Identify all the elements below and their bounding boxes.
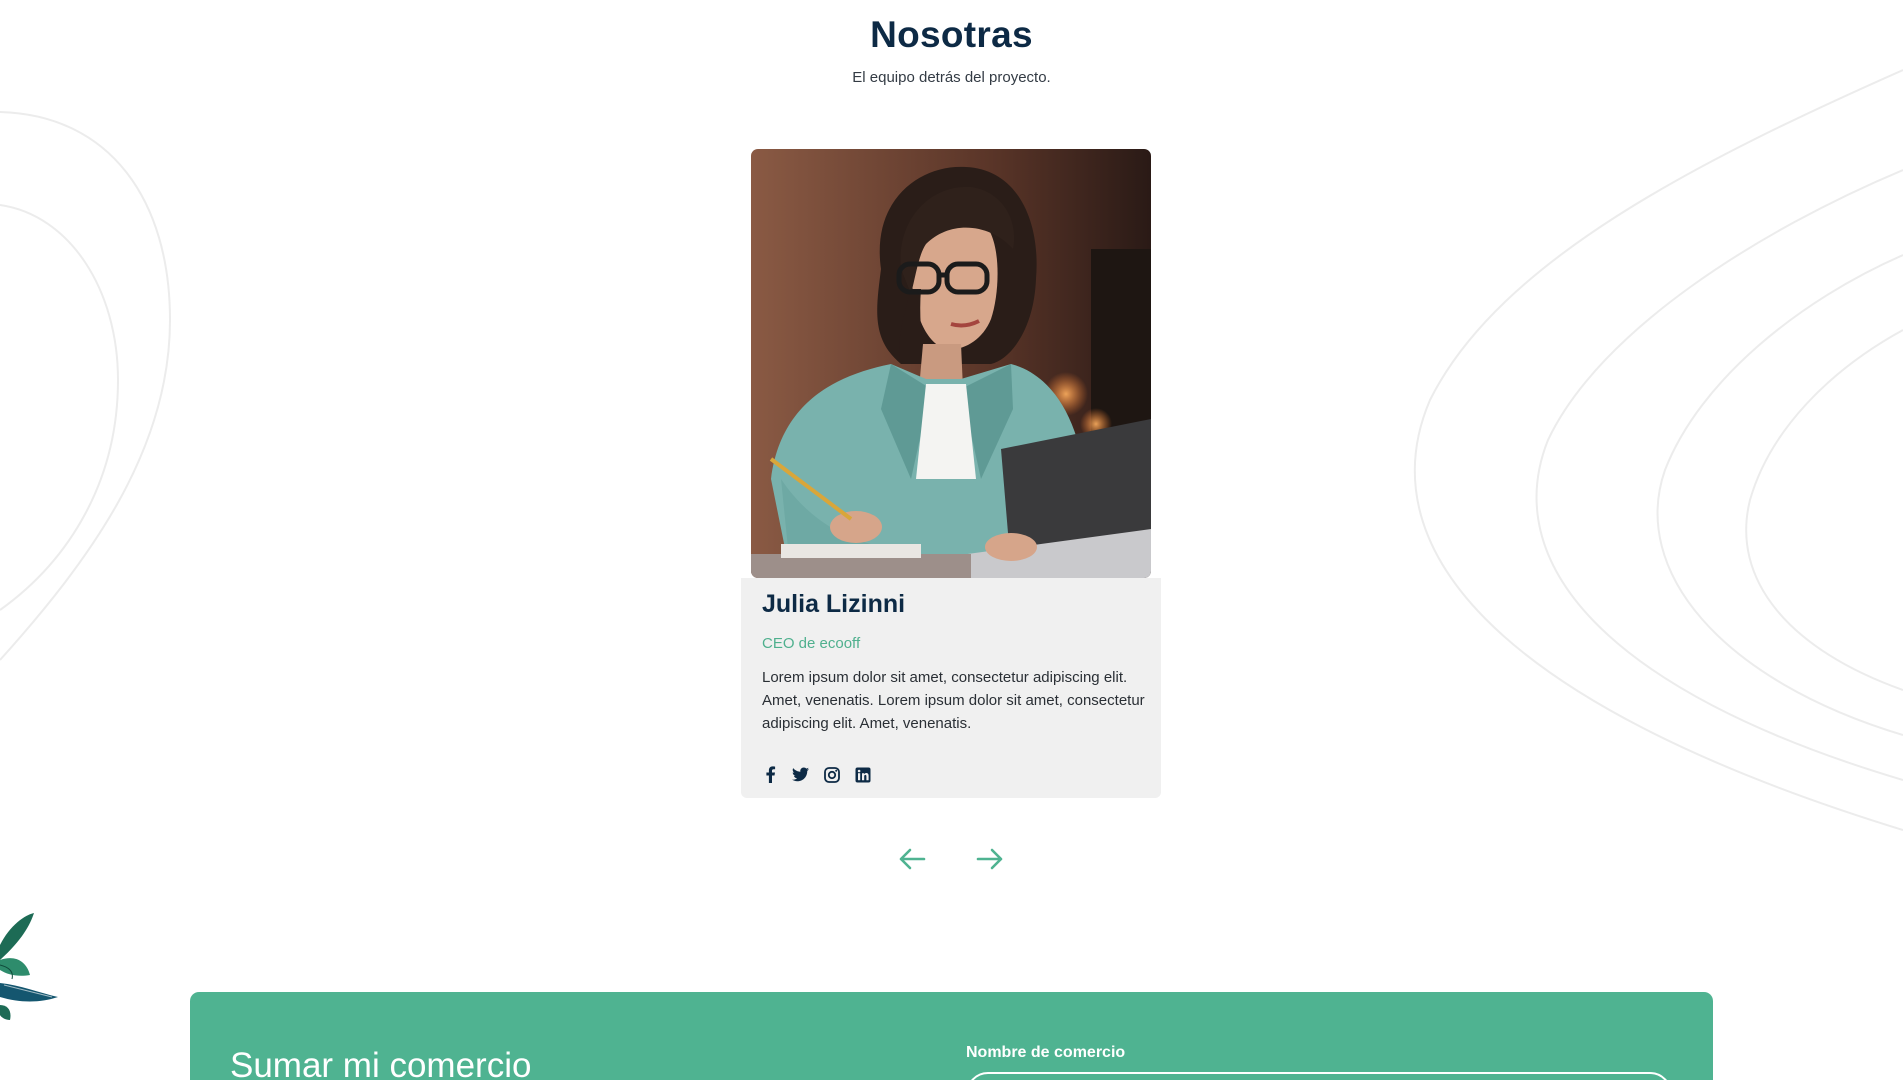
plant-leaves-decoration xyxy=(0,913,58,1020)
twitter-icon[interactable] xyxy=(792,766,809,783)
nombre-comercio-input[interactable] xyxy=(966,1072,1672,1080)
social-links xyxy=(761,766,871,783)
cta-panel: Sumar mi comercio Nombre de comercio xyxy=(190,992,1713,1080)
arrow-left-icon[interactable] xyxy=(896,843,928,875)
field-label-nombre-comercio: Nombre de comercio xyxy=(966,1044,1126,1061)
member-card: Julia Lizinni CEO de ecooff Lorem ipsum … xyxy=(741,578,1161,798)
arrow-right-icon[interactable] xyxy=(974,843,1006,875)
section-subtitle: El equipo detrás del proyecto. xyxy=(852,69,1051,86)
carousel-controls xyxy=(896,843,1006,875)
member-bio: Lorem ipsum dolor sit amet, consectetur … xyxy=(762,669,1145,732)
instagram-icon[interactable] xyxy=(823,766,840,783)
member-photo xyxy=(751,149,1151,578)
member-name: Julia Lizinni xyxy=(762,590,906,618)
page: Nosotras El equipo detrás del proyecto. xyxy=(0,0,1903,1080)
linkedin-icon[interactable] xyxy=(854,766,871,783)
facebook-icon[interactable] xyxy=(761,766,778,783)
section-title: Nosotras xyxy=(870,14,1033,55)
member-role: CEO de ecooff xyxy=(762,635,861,652)
cta-title: Sumar mi comercio xyxy=(230,1046,532,1080)
